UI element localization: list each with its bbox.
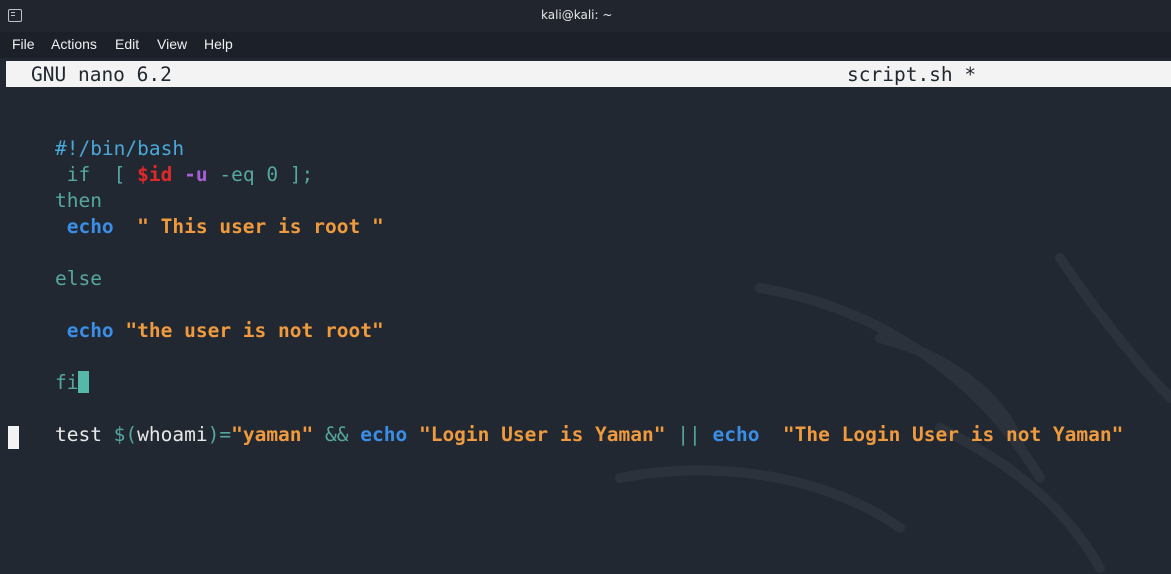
menu-bar: File Actions Edit View Help <box>0 32 1171 58</box>
code-line-else[interactable]: else <box>8 243 102 290</box>
string-notroot: "the user is not root" <box>113 319 384 342</box>
block-cursor <box>8 426 19 449</box>
code-line-test[interactable]: test $(whoami)="yaman" && echo "Login Us… <box>8 399 1123 446</box>
string-login-yaman: "Login User is Yaman" <box>407 423 666 446</box>
menu-file[interactable]: File <box>12 36 35 52</box>
menu-edit[interactable]: Edit <box>115 36 139 52</box>
else-keyword: else <box>54 267 102 290</box>
string-root: " This user is root " <box>113 215 384 238</box>
nano-version: GNU nano 6.2 <box>31 63 172 86</box>
text-cursor <box>78 371 90 393</box>
nano-filename: script.sh * <box>847 63 977 86</box>
code-line-if[interactable]: if [ $id -u -eq 0 ]; <box>8 139 314 186</box>
and-operator: && <box>313 423 361 446</box>
subshell-open: $( <box>113 423 138 446</box>
test-command: test <box>54 423 114 446</box>
code-line-echo-root[interactable]: echo " This user is root " <box>8 191 384 238</box>
echo-keyword: echo <box>712 423 760 446</box>
code-line-shebang[interactable]: #!/bin/bash <box>8 113 184 160</box>
menu-help[interactable]: Help <box>204 36 233 52</box>
variable-id: $id <box>137 163 173 186</box>
nano-header-bar: GNU nano 6.2 script.sh * <box>6 61 1171 87</box>
test-rest: -eq 0 ]; <box>207 163 314 186</box>
window-title: kali@kali: ~ <box>541 8 613 22</box>
code-line-echo-notroot[interactable]: echo "the user is not root" <box>8 295 384 342</box>
terminal-area[interactable]: GNU nano 6.2 script.sh * #!/bin/bash if … <box>0 58 1171 574</box>
subshell-close: )= <box>207 423 232 446</box>
echo-keyword: echo <box>54 215 114 238</box>
menu-view[interactable]: View <box>157 36 187 52</box>
whoami-command: whoami <box>137 423 208 446</box>
title-bar: kali@kali: ~ <box>0 0 1171 32</box>
string-yaman: "yaman" <box>231 423 314 446</box>
string-not-yaman: "The Login User is not Yaman" <box>759 423 1124 446</box>
code-line-fi[interactable]: fi <box>8 347 90 394</box>
or-operator: || <box>665 423 713 446</box>
option-u: -u <box>172 163 208 186</box>
menu-actions[interactable]: Actions <box>51 36 97 52</box>
fi-keyword: fi <box>54 371 79 394</box>
echo-keyword: echo <box>54 319 114 342</box>
echo-keyword: echo <box>360 423 408 446</box>
code-line-then[interactable]: then <box>8 165 102 212</box>
